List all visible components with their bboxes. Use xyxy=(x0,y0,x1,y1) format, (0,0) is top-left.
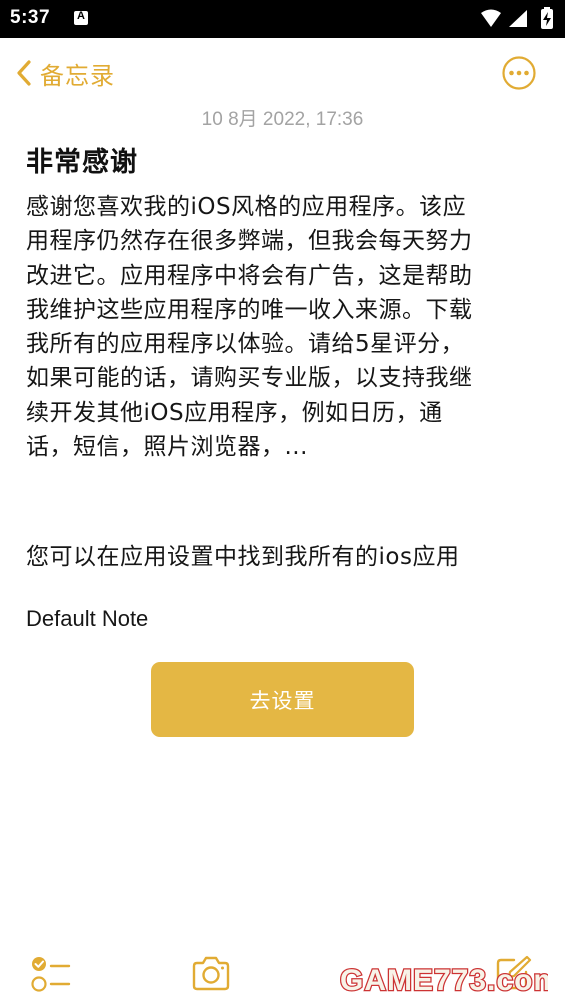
signal-icon xyxy=(509,10,527,27)
bottom-toolbar xyxy=(0,948,565,1004)
more-circle-icon xyxy=(502,56,536,90)
note-body-line: 感谢您喜欢我的iOS风格的应用程序。该应 xyxy=(26,194,467,220)
checklist-icon xyxy=(31,957,71,992)
camera-icon xyxy=(192,956,230,991)
back-label: 备忘录 xyxy=(40,61,115,90)
compose-icon xyxy=(496,955,532,990)
status-time: 5:37 xyxy=(10,7,51,28)
note-body-line: 我维护这些应用程序的唯一收入来源。下载 xyxy=(26,296,473,323)
note-body-line: 话，短信，照片浏览器，... xyxy=(26,434,308,461)
status-bar: 5:37 A xyxy=(0,0,565,38)
note-body-line: 续开发其他iOS应用程序，例如日历，通 xyxy=(26,399,443,426)
note-title: 非常感谢 xyxy=(26,147,138,178)
camera-button[interactable] xyxy=(190,956,232,992)
notification-a-icon: A xyxy=(74,10,88,25)
default-note-label: Default Note xyxy=(26,606,149,631)
note-date: 10 8月 2022, 17:36 xyxy=(201,109,364,130)
back-button[interactable]: 备忘录 xyxy=(16,56,115,90)
more-options-button[interactable] xyxy=(501,55,537,91)
status-icons xyxy=(479,7,557,31)
nav-bar: 备忘录 xyxy=(0,38,565,108)
note-body-line: 改进它。应用程序中将会有广告，这是帮助 xyxy=(26,262,473,289)
checklist-button[interactable] xyxy=(30,954,72,994)
settings-hint-text: 您可以在应用设置中找到我所有的ios应用 xyxy=(26,544,460,570)
go-settings-button[interactable]: 去设置 xyxy=(151,662,414,737)
compose-button[interactable] xyxy=(494,954,532,992)
battery-charging-icon xyxy=(541,7,553,29)
wifi-icon xyxy=(481,9,501,27)
note-body[interactable]: 感谢您喜欢我的iOS风格的应用程序。该应 用程序仍然存在很多弊端，但我会每天努力… xyxy=(26,190,536,464)
note-body-line: 我所有的应用程序以体验。请给5星评分， xyxy=(26,331,465,358)
chevron-left-icon xyxy=(17,60,31,86)
note-body-line: 如果可能的话，请购买专业版，以支持我继 xyxy=(26,365,473,392)
note-body-line: 用程序仍然存在很多弊端，但我会每天努力 xyxy=(26,228,473,255)
